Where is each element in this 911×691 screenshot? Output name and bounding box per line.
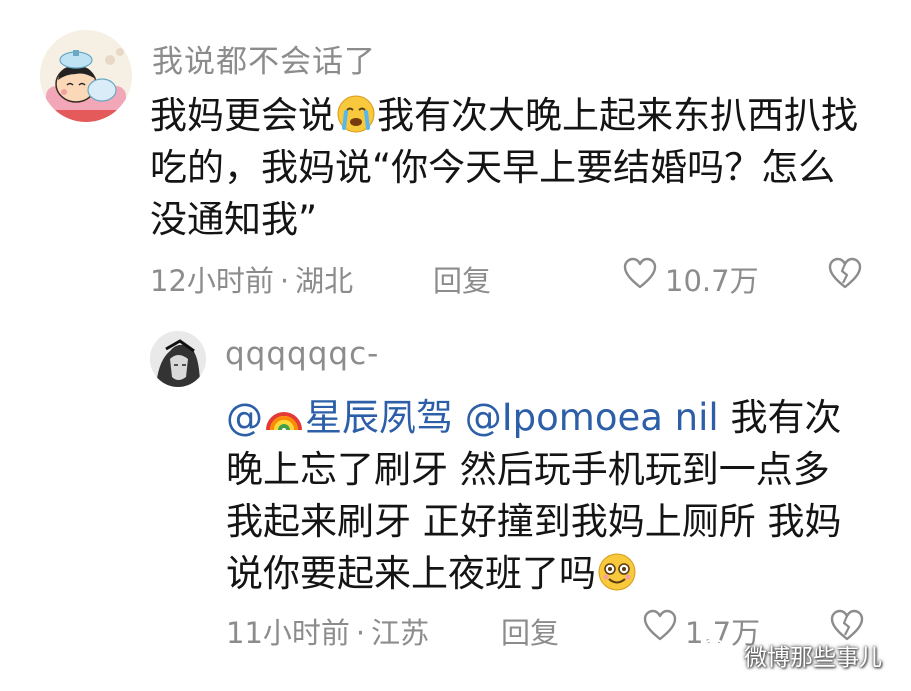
crying-face-emoji-icon <box>337 95 375 133</box>
mention-prefix: @ <box>226 396 263 439</box>
heart-like-icon[interactable] <box>622 256 658 290</box>
dizzy-eyes-face-emoji-icon <box>598 553 636 591</box>
reply-location: 江苏 <box>371 616 430 650</box>
comment-meta: 12小时前 · 湖北 回复 10.7万 <box>150 252 870 300</box>
comment-time: 12小时前 <box>150 264 274 298</box>
reply-button[interactable]: 回复 <box>433 258 491 300</box>
reply-meta-info: 11小时前 · 江苏 <box>226 610 429 652</box>
meta-separator: · <box>279 264 290 298</box>
rainbow-emoji-icon <box>266 412 302 431</box>
comment-username[interactable]: 我说都不会话了 <box>152 36 376 81</box>
wechat-icon <box>700 638 736 667</box>
reply-username[interactable]: qqqqqqc- <box>225 336 379 372</box>
broken-heart-dislike-icon[interactable] <box>828 256 862 290</box>
reply-text: @ 星辰夙驾 @Ipomoea nil 我有次晚上忘了刷牙 然后玩手机玩到一点多… <box>226 392 866 600</box>
comment-location: 湖北 <box>295 264 354 298</box>
like-count: 10.7万 <box>665 264 759 298</box>
comment-text: 我妈更会说 我有次大晚上起来东扒西扒找吃的，我妈说“你今天早上要结婚吗？怎么没通… <box>150 90 865 246</box>
mention-name-1: 星辰夙驾 <box>305 396 453 439</box>
comment-thread: 我说都不会话了 我妈更会说 我有次大晚上起来东扒西扒找吃的，我妈说“你今天早上要… <box>0 0 911 691</box>
avatar-sketch-image <box>150 331 206 387</box>
avatar[interactable] <box>40 30 132 122</box>
avatar-cartoon-image <box>40 30 132 122</box>
mention-link[interactable]: @ 星辰夙驾 <box>226 396 453 439</box>
heart-like-icon[interactable] <box>642 608 678 642</box>
meta-separator: · <box>355 616 366 650</box>
watermark-text: 微博那些事儿 <box>744 645 882 671</box>
reply-time: 11小时前 <box>226 616 350 650</box>
comment-text-part1: 我妈更会说 <box>150 94 335 137</box>
reply-button[interactable]: 回复 <box>501 610 559 652</box>
comment-meta-info: 12小时前 · 湖北 <box>150 258 353 300</box>
mention-name-2[interactable]: @Ipomoea nil <box>465 396 719 439</box>
watermark: 微博那些事儿 <box>700 634 905 674</box>
reply-avatar[interactable] <box>150 331 206 387</box>
